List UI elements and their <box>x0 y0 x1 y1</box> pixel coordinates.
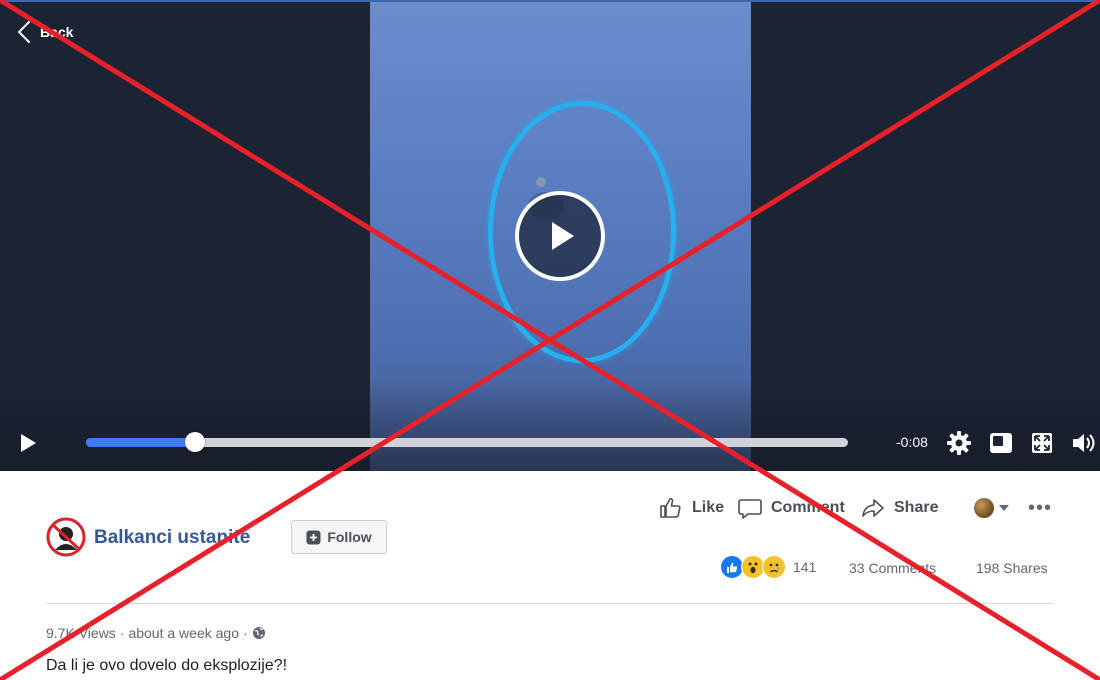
sad-reaction-icon <box>762 555 786 579</box>
back-label: Back <box>40 24 74 40</box>
comment-button[interactable]: Comment <box>737 494 845 522</box>
post-caption: Da li je ovo dovelo do eksplozije?! <box>46 657 288 674</box>
more-options-icon[interactable]: ••• <box>1028 497 1052 520</box>
follow-label: Follow <box>327 529 372 545</box>
post-time[interactable]: about a week ago <box>128 625 239 641</box>
pip-icon[interactable] <box>988 430 1014 456</box>
back-chevron-icon <box>17 21 30 43</box>
progress-bar[interactable] <box>86 432 848 452</box>
follow-button[interactable]: Follow <box>291 520 387 554</box>
shares-count[interactable]: 198 Shares <box>976 560 1048 576</box>
volume-icon[interactable] <box>1070 430 1096 456</box>
progress-fill <box>86 438 195 447</box>
share-label: Share <box>894 499 939 516</box>
follow-plus-icon <box>306 530 321 544</box>
post-meta: 9.7K Views · about a week ago · <box>46 625 266 641</box>
page-name-link[interactable]: Balkanci ustanite <box>94 527 250 549</box>
share-arrow-icon <box>862 499 884 517</box>
play-icon[interactable] <box>16 431 40 455</box>
remaining-time: -0:08 <box>896 434 928 450</box>
center-play-button[interactable] <box>515 191 605 281</box>
video-player[interactable]: Back -0:08 <box>0 0 1100 471</box>
divider <box>46 603 1054 604</box>
like-button[interactable]: Like <box>658 494 724 522</box>
settings-gear-icon[interactable] <box>946 430 972 456</box>
like-label: Like <box>692 499 725 516</box>
progress-scrubber[interactable] <box>184 432 205 452</box>
globe-icon <box>252 627 265 639</box>
meta-separator: · <box>119 625 125 641</box>
viewer-avatar[interactable] <box>974 498 994 518</box>
like-thumb-icon <box>660 497 681 518</box>
comment-label: Comment <box>771 499 845 516</box>
comments-count[interactable]: 33 Comments <box>849 560 936 576</box>
chevron-down-icon[interactable] <box>999 505 1009 511</box>
view-count: 9.7K Views <box>46 625 116 641</box>
video-controls: -0:08 <box>0 423 1100 463</box>
reactions-summary[interactable]: 141 <box>720 555 816 579</box>
comment-bubble-icon <box>738 499 762 519</box>
fullscreen-icon[interactable] <box>1029 430 1055 456</box>
play-icon <box>552 222 574 250</box>
meta-separator: · <box>242 625 248 641</box>
reaction-count[interactable]: 141 <box>793 559 816 575</box>
share-button[interactable]: Share <box>860 494 938 522</box>
back-button[interactable]: Back <box>14 18 73 46</box>
page-avatar[interactable] <box>46 517 86 557</box>
